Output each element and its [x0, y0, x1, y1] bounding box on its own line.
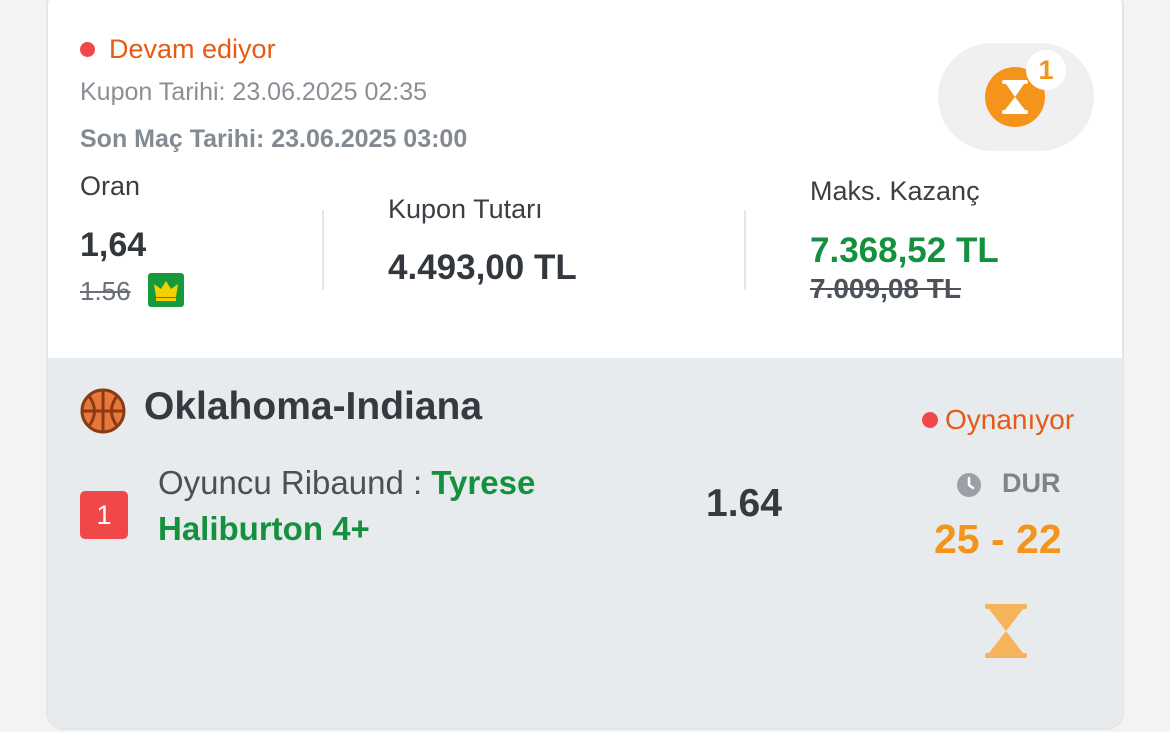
hourglass-icon — [985, 604, 1027, 658]
pick-label-continued: Haliburton 4+ — [158, 510, 370, 547]
match-title: Oklahoma-Indiana — [144, 385, 483, 428]
odds-label: Oran — [80, 171, 141, 201]
coupon-summary: Devam ediyor Kupon Tarihi: 23.06.2025 02… — [48, 0, 1122, 358]
coupon-card[interactable]: Devam ediyor Kupon Tarihi: 23.06.2025 02… — [46, 0, 1124, 730]
crown-icon — [148, 273, 184, 307]
odds-value: 1,64 — [80, 226, 147, 264]
coupon-status: Devam ediyor — [80, 34, 276, 65]
live-dot-icon — [922, 412, 938, 428]
live-status-label: Oynanıyor — [945, 404, 1075, 435]
max-win-label: Maks. Kazanç — [810, 176, 980, 206]
match-score: 25 - 22 — [934, 516, 1062, 562]
pending-count-badge: 1 — [1026, 50, 1066, 90]
match-period: DUR — [1002, 468, 1061, 498]
pick-label: Tyrese — [431, 464, 536, 501]
status-dot-icon — [80, 42, 95, 57]
clock-icon — [957, 473, 981, 497]
selection-number-badge: 1 — [80, 491, 128, 539]
live-status: Oynanıyor — [922, 404, 1074, 436]
max-win-value: 7.368,52 TL — [810, 231, 999, 270]
column-divider — [744, 210, 746, 290]
status-label: Devam ediyor — [109, 34, 276, 64]
pending-status-button[interactable]: 1 — [938, 43, 1094, 151]
coupon-date: Kupon Tarihi: 23.06.2025 02:35 — [80, 78, 428, 106]
selection-odds: 1.64 — [706, 482, 782, 525]
amount-value: 4.493,00 TL — [388, 248, 577, 287]
odds-old-value: 1.56 — [80, 276, 131, 306]
last-match-date: Son Maç Tarihi: 23.06.2025 03:00 — [80, 125, 468, 153]
basketball-icon — [80, 388, 126, 434]
max-win-old-value: 7.009,08 TL — [810, 273, 961, 304]
selection-market: Oyuncu Ribaund : Tyrese — [158, 464, 535, 502]
market-label: Oyuncu Ribaund : — [158, 464, 432, 501]
column-divider — [322, 210, 324, 290]
amount-label: Kupon Tutarı — [388, 194, 543, 224]
